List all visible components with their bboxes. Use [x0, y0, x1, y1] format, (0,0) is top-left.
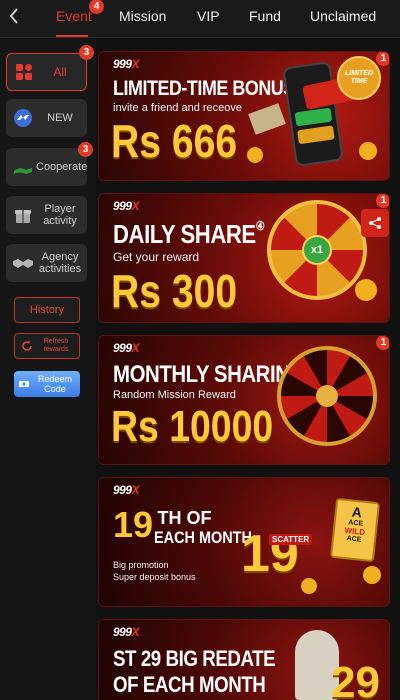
tab-mission[interactable]: Mission [119, 7, 166, 29]
handshake-icon [10, 250, 36, 276]
banner-title-line2: EACH MONTH [154, 528, 252, 547]
messenger-icon [10, 105, 36, 131]
cooperate-icon [10, 154, 36, 180]
sidebar-item-new[interactable]: NEW [6, 99, 87, 137]
prize-wheel-image: x1 [267, 200, 367, 300]
banner-monthly-sharing[interactable]: 999X MONTHLY SHARING Random Mission Rewa… [98, 335, 390, 465]
sidebar-all-badge: 3 [79, 45, 94, 60]
refresh-icon [22, 340, 32, 351]
history-label: History [29, 304, 65, 316]
grid-icon [11, 59, 37, 85]
history-button[interactable]: History [14, 297, 80, 323]
brand-logo: 999X [113, 199, 140, 213]
sidebar-item-player-activity[interactable]: Player activity [6, 196, 87, 234]
tab-event[interactable]: Event [56, 7, 92, 29]
art-number-image: 29 [331, 658, 380, 700]
brand-logo: 999X [113, 625, 140, 639]
category-sidebar: All 3 NEW Cooperate 3 Player activity Ag… [0, 38, 96, 700]
banner-title: LIMITED-TIME BONUS [113, 77, 295, 100]
brand-logo: 999X [113, 57, 140, 71]
banner-limited-time-bonus[interactable]: 999X LIMITED-TIME BONUS invite a friend … [98, 51, 390, 181]
brand-logo: 999X [113, 341, 140, 355]
ticket-icon [19, 381, 29, 387]
ace-card-image: A ACE WILD ACE [329, 497, 381, 563]
banner-title: DAILY SHARE④ [113, 219, 265, 249]
art-number-image: 19 [241, 525, 299, 583]
banner-line1: Big promotion [113, 560, 169, 570]
refresh-rewards-label: Refresh rewards [43, 338, 69, 353]
sidebar-item-agency-activities[interactable]: Agency activities [6, 244, 87, 282]
share-icon [361, 209, 389, 237]
banner-amount: Rs 666 [111, 115, 238, 167]
tab-event-badge: 4 [89, 0, 104, 14]
tab-mission-label: Mission [119, 8, 167, 24]
banner-line2: Super deposit bonus [113, 572, 196, 582]
active-tab-indicator [56, 35, 88, 37]
sidebar-item-label: Player activity [43, 203, 77, 227]
refresh-rewards-button[interactable]: Refresh rewards [14, 333, 80, 359]
banner-badge: 1 [376, 336, 389, 350]
banner-daily-share[interactable]: 999X DAILY SHARE④ Get your reward Rs 300… [98, 193, 390, 323]
sidebar-item-all[interactable]: All [6, 53, 87, 91]
tab-vip[interactable]: VIP [197, 7, 220, 29]
sidebar-item-cooperate[interactable]: Cooperate [6, 148, 87, 186]
banner-amount: Rs 300 [111, 265, 238, 317]
banner-amount: Rs 10000 [111, 402, 274, 451]
coin-image [359, 142, 377, 160]
sidebar-item-label: Agency activities [38, 251, 82, 275]
sidebar-item-label: NEW [47, 112, 73, 124]
redeem-code-button[interactable]: Redeem Code [14, 371, 80, 397]
sidebar-cooperate-badge: 3 [78, 142, 93, 157]
limited-time-stamp: LIMITED TIME [337, 56, 381, 100]
coin-image [301, 578, 317, 594]
redeem-code-label: Redeem Code [37, 374, 73, 394]
banner-title: ST 29 BIG REDATE [113, 646, 276, 671]
banner-badge: 1 [376, 52, 389, 66]
sidebar-item-label: All [53, 65, 67, 79]
tab-fund-label: Fund [249, 8, 281, 24]
chevron-left-icon [9, 8, 18, 24]
scatter-label: SCATTER [269, 534, 313, 545]
back-button[interactable] [4, 5, 24, 27]
brand-logo: 999X [113, 483, 140, 497]
tab-vip-label: VIP [197, 8, 220, 24]
banner-title-line2: OF EACH MONTH [113, 672, 266, 697]
banner-title: MONTHLY SHARING [113, 361, 305, 388]
tab-event-label: Event [56, 8, 92, 24]
gift-icon [10, 202, 36, 228]
banner-subtitle: Get your reward [113, 250, 200, 264]
tab-unclaimed-label: Unclaimed [310, 8, 377, 24]
banner-badge: 1 [376, 194, 389, 208]
top-tab-bar: Event 4 Mission VIP Fund Unclaimed [0, 0, 400, 38]
coin-stack-image [355, 279, 377, 301]
coin-image [247, 147, 263, 163]
coin-image [363, 566, 381, 584]
sidebar-item-label: Cooperate [36, 161, 88, 173]
tab-fund[interactable]: Fund [249, 7, 281, 29]
banner-subtitle: Random Mission Reward [113, 389, 236, 401]
tab-unclaimed[interactable]: Unclaimed [310, 7, 376, 29]
roulette-wheel-image [277, 346, 377, 446]
banner-29th-big-redate[interactable]: 999X ST 29 BIG REDATE OF EACH MONTH 29 [98, 619, 390, 700]
banner-subtitle: invite a friend and receove [113, 102, 243, 114]
banner-19th-of-each-month[interactable]: 999X 19 TH OF EACH MONTH Big promotion S… [98, 477, 390, 607]
